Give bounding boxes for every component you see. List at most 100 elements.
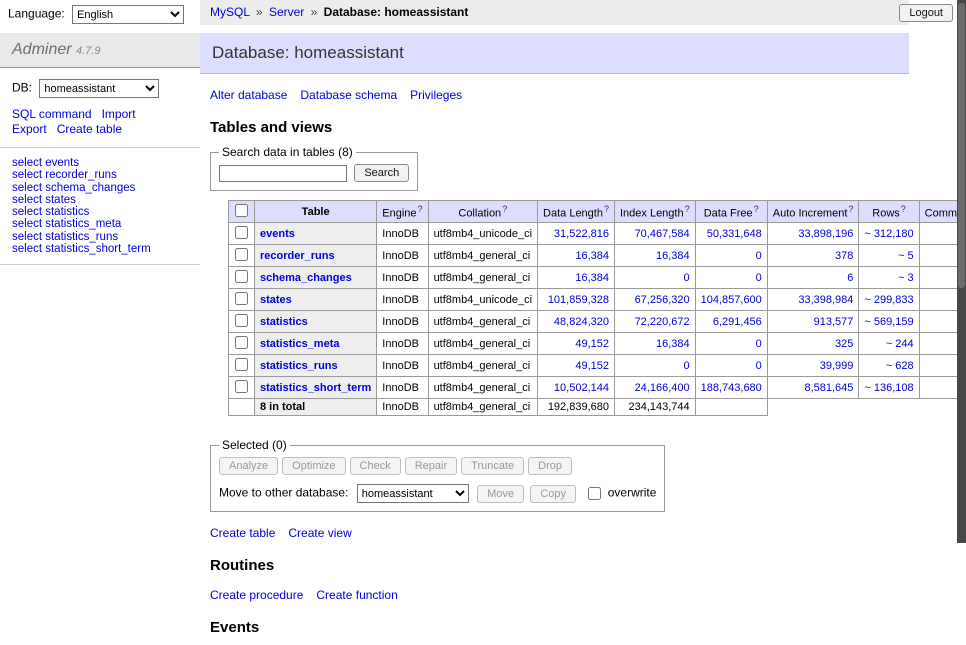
- sidebar-select-recorder-runs[interactable]: select recorder_runs: [12, 169, 117, 181]
- sidebar-select-statistics[interactable]: select statistics: [12, 206, 89, 218]
- data-free-link[interactable]: 6,291,456: [713, 316, 762, 328]
- sidebar-link-sql-command[interactable]: SQL command: [12, 107, 92, 121]
- db-select[interactable]: homeassistant: [39, 79, 159, 98]
- action-link-alter-database[interactable]: Alter database: [210, 88, 287, 102]
- help-link[interactable]: ?: [848, 204, 853, 214]
- row-checkbox-recorder-runs[interactable]: [235, 248, 248, 261]
- row-checkbox-schema-changes[interactable]: [235, 270, 248, 283]
- breadcrumb-link-mysql[interactable]: MySQL: [210, 5, 250, 19]
- row-checkbox-states[interactable]: [235, 292, 248, 305]
- rows-link[interactable]: ~ 244: [886, 338, 914, 350]
- index-length-link[interactable]: 16,384: [656, 338, 690, 350]
- data-free-link[interactable]: 50,331,648: [707, 228, 762, 240]
- index-length-link[interactable]: 67,256,320: [635, 294, 690, 306]
- sidebar-link-import[interactable]: Import: [102, 107, 136, 121]
- auto-increment-link[interactable]: 33,898,196: [798, 228, 853, 240]
- help-link[interactable]: ?: [901, 204, 906, 214]
- rows-link[interactable]: ~ 136,108: [864, 382, 913, 394]
- table-link-statistics[interactable]: statistics: [260, 316, 308, 328]
- index-length-link[interactable]: 72,220,672: [635, 316, 690, 328]
- data-length-link[interactable]: 49,152: [575, 360, 609, 372]
- help-link[interactable]: ?: [418, 204, 423, 214]
- row-checkbox-statistics-short-term[interactable]: [235, 380, 248, 393]
- data-length-link[interactable]: 16,384: [575, 272, 609, 284]
- data-free-link[interactable]: 0: [756, 272, 762, 284]
- index-length-link[interactable]: 0: [684, 360, 690, 372]
- check-button[interactable]: Check: [350, 457, 401, 475]
- sidebar-select-events[interactable]: select events: [12, 157, 79, 169]
- data-free-link[interactable]: 0: [756, 360, 762, 372]
- logout-button[interactable]: Logout: [899, 4, 953, 22]
- table-link-events[interactable]: events: [260, 228, 295, 240]
- table-link-states[interactable]: states: [260, 294, 292, 306]
- rows-link[interactable]: ~ 299,833: [864, 294, 913, 306]
- analyze-button[interactable]: Analyze: [219, 457, 278, 475]
- table-link-statistics-runs[interactable]: statistics_runs: [260, 360, 338, 372]
- move-db-select[interactable]: homeassistant: [357, 484, 469, 503]
- truncate-button[interactable]: Truncate: [461, 457, 524, 475]
- table-link-statistics-short-term[interactable]: statistics_short_term: [260, 382, 371, 394]
- rows-link[interactable]: ~ 312,180: [864, 228, 913, 240]
- overwrite-checkbox[interactable]: [588, 487, 601, 500]
- data-length-link[interactable]: 31,522,816: [554, 228, 609, 240]
- sidebar-select-schema-changes[interactable]: select schema_changes: [12, 182, 135, 194]
- sidebar-select-statistics-meta[interactable]: select statistics_meta: [12, 218, 121, 230]
- row-checkbox-statistics-meta[interactable]: [235, 336, 248, 349]
- row-checkbox-statistics-runs[interactable]: [235, 358, 248, 371]
- rows-link[interactable]: ~ 5: [898, 250, 914, 262]
- sidebar-link-export[interactable]: Export: [12, 122, 47, 136]
- copy-button[interactable]: Copy: [530, 485, 576, 503]
- data-free-link[interactable]: 0: [756, 338, 762, 350]
- table-link-statistics-meta[interactable]: statistics_meta: [260, 338, 340, 350]
- data-length-link[interactable]: 49,152: [575, 338, 609, 350]
- index-length-link[interactable]: 0: [684, 272, 690, 284]
- sidebar-link-create-table[interactable]: Create table: [57, 122, 122, 136]
- auto-increment-link[interactable]: 6: [847, 272, 853, 284]
- help-link[interactable]: ?: [754, 204, 759, 214]
- row-checkbox-events[interactable]: [235, 226, 248, 239]
- help-link[interactable]: ?: [502, 204, 507, 214]
- search-input[interactable]: [219, 165, 347, 182]
- auto-increment-link[interactable]: 325: [835, 338, 853, 350]
- select-all-checkbox[interactable]: [235, 204, 248, 217]
- data-length-link[interactable]: 101,859,328: [548, 294, 609, 306]
- help-link[interactable]: ?: [604, 204, 609, 214]
- table-link-recorder-runs[interactable]: recorder_runs: [260, 250, 335, 262]
- rows-link[interactable]: ~ 569,159: [864, 316, 913, 328]
- create-link-create-table[interactable]: Create table: [210, 526, 275, 540]
- drop-button[interactable]: Drop: [528, 457, 572, 475]
- data-free-link[interactable]: 104,857,600: [701, 294, 762, 306]
- move-button[interactable]: Move: [477, 485, 524, 503]
- auto-increment-link[interactable]: 39,999: [820, 360, 854, 372]
- rows-link[interactable]: ~ 628: [886, 360, 914, 372]
- data-free-link[interactable]: 188,743,680: [701, 382, 762, 394]
- repair-button[interactable]: Repair: [405, 457, 457, 475]
- auto-increment-link[interactable]: 378: [835, 250, 853, 262]
- scrollbar[interactable]: [957, 0, 966, 543]
- index-length-link[interactable]: 16,384: [656, 250, 690, 262]
- index-length-link[interactable]: 70,467,584: [635, 228, 690, 240]
- help-link[interactable]: ?: [685, 204, 690, 214]
- sidebar-select-statistics-runs[interactable]: select statistics_runs: [12, 231, 118, 243]
- scrollbar-thumb[interactable]: [958, 3, 965, 288]
- rows-link[interactable]: ~ 3: [898, 272, 914, 284]
- index-length-link[interactable]: 24,166,400: [635, 382, 690, 394]
- auto-increment-link[interactable]: 33,398,984: [798, 294, 853, 306]
- optimize-button[interactable]: Optimize: [282, 457, 345, 475]
- table-link-schema-changes[interactable]: schema_changes: [260, 272, 352, 284]
- language-select[interactable]: English: [72, 5, 184, 24]
- action-link-database-schema[interactable]: Database schema: [300, 88, 397, 102]
- sidebar-select-statistics-short-term[interactable]: select statistics_short_term: [12, 243, 151, 255]
- auto-increment-link[interactable]: 8,581,645: [804, 382, 853, 394]
- data-length-link[interactable]: 10,502,144: [554, 382, 609, 394]
- search-button[interactable]: Search: [354, 164, 409, 182]
- action-link-privileges[interactable]: Privileges: [410, 88, 462, 102]
- auto-increment-link[interactable]: 913,577: [814, 316, 854, 328]
- data-length-link[interactable]: 16,384: [575, 250, 609, 262]
- sidebar-select-states[interactable]: select states: [12, 194, 76, 206]
- routine-link-create-function[interactable]: Create function: [316, 588, 397, 602]
- data-free-link[interactable]: 0: [756, 250, 762, 262]
- data-length-link[interactable]: 48,824,320: [554, 316, 609, 328]
- create-link-create-view[interactable]: Create view: [288, 526, 351, 540]
- routine-link-create-procedure[interactable]: Create procedure: [210, 588, 303, 602]
